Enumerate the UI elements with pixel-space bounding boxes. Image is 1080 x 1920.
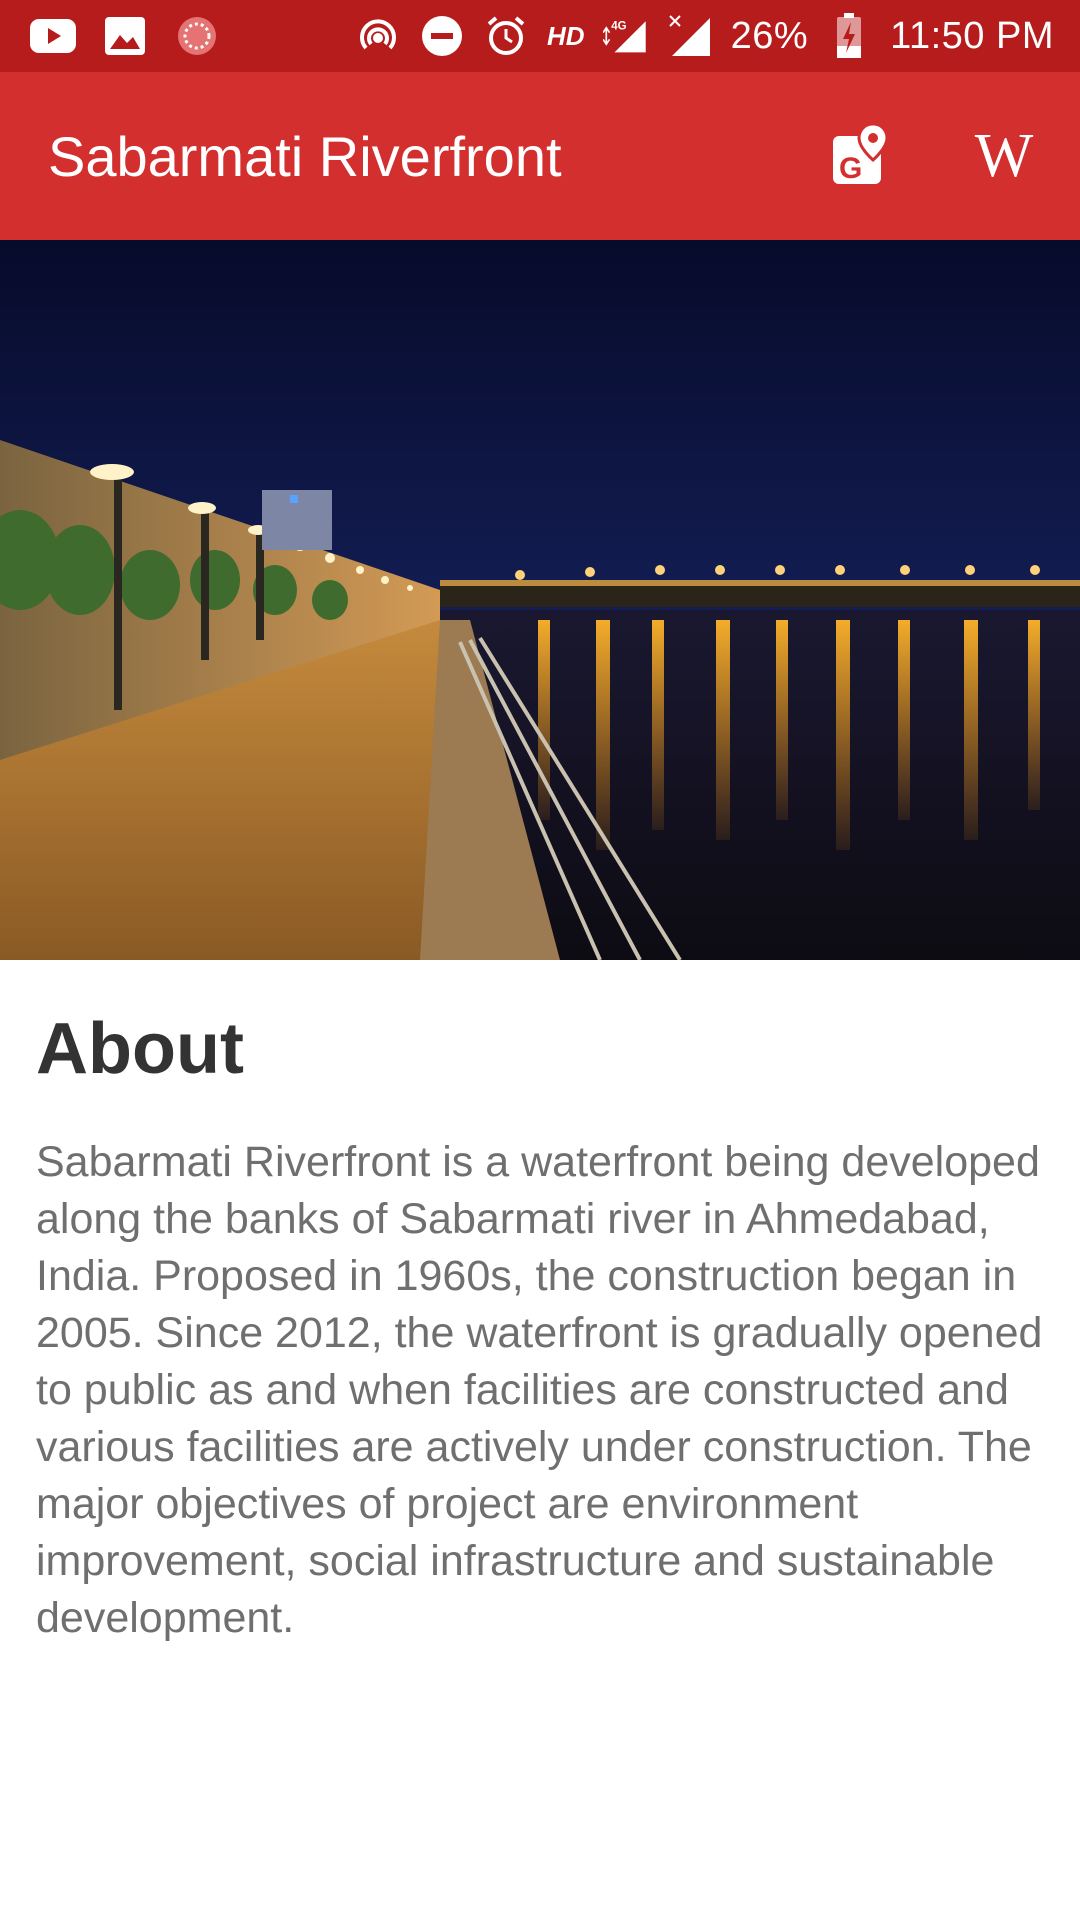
gallery-icon xyxy=(102,13,148,59)
wikipedia-icon: W xyxy=(974,121,1034,190)
battery-percent: 26% xyxy=(730,14,809,57)
network-hd-label: HD xyxy=(547,20,585,51)
status-bar: HD 4G 26% 11:50 PM xyxy=(0,0,1080,72)
app-bar: Sabarmati Riverfront G W xyxy=(0,72,1080,240)
open-map-button[interactable]: G xyxy=(824,120,896,192)
app-bar-actions: G W xyxy=(824,120,1040,192)
app-title: Sabarmati Riverfront xyxy=(48,124,562,188)
alarm-icon xyxy=(483,13,529,59)
status-bar-right: HD 4G 26% 11:50 PM xyxy=(355,13,1054,59)
svg-text:4G: 4G xyxy=(611,20,626,32)
riverfront-night-photo xyxy=(0,240,1080,960)
battery-charging-icon xyxy=(826,13,872,59)
app-icon xyxy=(174,13,220,59)
no-signal-icon xyxy=(667,13,713,59)
clock-time: 11:50 PM xyxy=(890,14,1054,57)
youtube-icon xyxy=(30,13,76,59)
svg-text:G: G xyxy=(839,152,862,185)
hero-image xyxy=(0,240,1080,960)
signal-icon: 4G xyxy=(602,13,649,59)
about-heading: About xyxy=(36,1009,244,1089)
open-wikipedia-button[interactable]: W xyxy=(968,120,1040,192)
map-location-icon: G xyxy=(831,121,889,191)
about-description: Sabarmati Riverfront is a waterfront bei… xyxy=(36,1138,1043,1642)
do-not-disturb-icon xyxy=(419,13,465,59)
status-bar-left xyxy=(30,13,220,59)
hotspot-icon xyxy=(355,13,401,59)
